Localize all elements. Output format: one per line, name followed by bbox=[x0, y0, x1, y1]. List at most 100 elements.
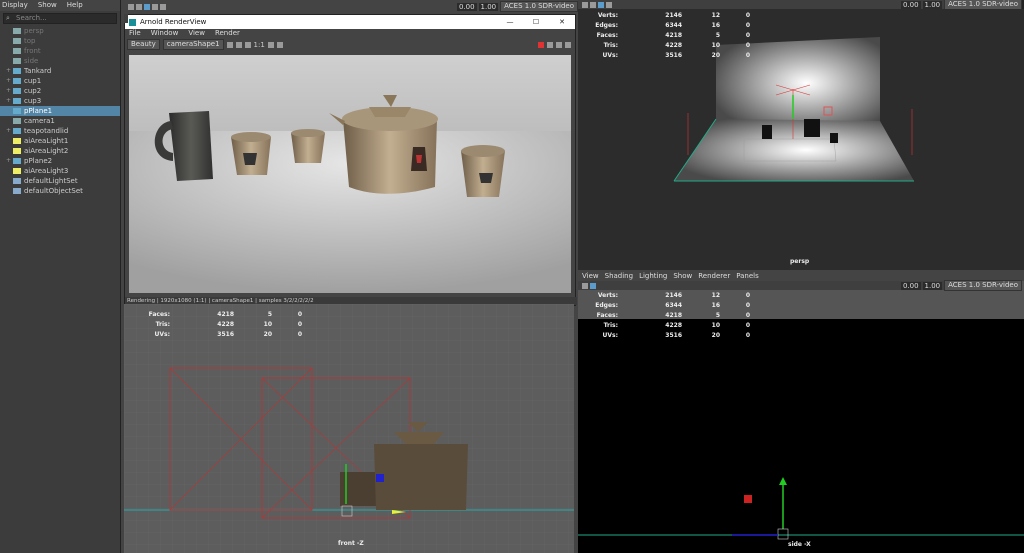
expand-icon[interactable]: + bbox=[6, 66, 12, 76]
outliner-item-label: aiAreaLight2 bbox=[24, 147, 69, 155]
side-toolbar: 0.00 1.00 ACES 1.0 SDR-video bbox=[578, 280, 1022, 291]
outliner-item[interactable]: + pPlane2 bbox=[0, 156, 120, 166]
outliner-item-label: cup2 bbox=[24, 87, 42, 95]
search-placeholder: Search... bbox=[16, 14, 47, 22]
minimize-icon[interactable]: — bbox=[497, 15, 523, 29]
outliner-item-label: camera1 bbox=[24, 117, 55, 125]
region-icon[interactable] bbox=[235, 41, 242, 48]
grid-icon[interactable] bbox=[136, 3, 142, 10]
rv-menu-render[interactable]: Render bbox=[215, 29, 240, 38]
outliner-menubar: Display Show Help bbox=[0, 0, 120, 11]
outliner-menu-display[interactable]: Display bbox=[2, 0, 28, 11]
settings-icon[interactable] bbox=[276, 41, 283, 48]
colorspace-dropdown[interactable]: ACES 1.0 SDR-video bbox=[944, 280, 1022, 291]
refresh-icon[interactable] bbox=[226, 41, 233, 48]
persp-label: persp bbox=[790, 258, 810, 265]
outliner-item[interactable]: aiAreaLight1 bbox=[0, 136, 120, 146]
mesh-icon bbox=[13, 98, 21, 104]
expand-icon[interactable]: + bbox=[6, 126, 12, 136]
outliner-item[interactable]: + cup1 bbox=[0, 76, 120, 86]
camera-dropdown[interactable]: cameraShape1 bbox=[162, 39, 224, 50]
wireframe-icon[interactable] bbox=[590, 282, 596, 289]
camera-icon[interactable] bbox=[128, 3, 134, 10]
gear-icon[interactable] bbox=[565, 41, 571, 48]
exposure-field[interactable]: 0.00 bbox=[900, 0, 921, 9]
shaded-icon[interactable] bbox=[152, 3, 158, 10]
camera-icon[interactable] bbox=[582, 282, 588, 289]
vp-menu-panels[interactable]: Panels bbox=[736, 272, 759, 281]
stop-render-icon[interactable] bbox=[538, 41, 544, 48]
camera-icon bbox=[13, 38, 21, 44]
outliner-panel: Display Show Help ⌕ Search... persp top fr… bbox=[0, 0, 121, 553]
mesh-icon bbox=[13, 88, 21, 94]
outliner-search-input[interactable]: ⌕ Search... bbox=[3, 13, 117, 24]
rv-menu-view[interactable]: View bbox=[188, 29, 205, 38]
options-icon[interactable] bbox=[556, 41, 562, 48]
texture-icon[interactable] bbox=[160, 3, 166, 10]
persp-toolbar: 0.00 1.00 ACES 1.0 SDR-video bbox=[578, 0, 1022, 10]
outliner-item[interactable]: camera1 bbox=[0, 116, 120, 126]
outliner-item[interactable]: side bbox=[0, 56, 120, 66]
exposure-field[interactable]: 0.00 bbox=[456, 2, 477, 11]
outliner-item-label: front bbox=[24, 47, 41, 55]
vp-menu-lighting[interactable]: Lighting bbox=[639, 272, 667, 281]
aov-dropdown[interactable]: Beauty bbox=[127, 39, 160, 50]
outliner-item[interactable]: defaultObjectSet bbox=[0, 186, 120, 196]
outliner-item[interactable]: pPlane1 bbox=[0, 106, 120, 116]
outliner-item[interactable]: front bbox=[0, 46, 120, 56]
outliner-item[interactable]: top bbox=[0, 36, 120, 46]
outliner-item-label: aiAreaLight3 bbox=[24, 167, 69, 175]
mesh-icon bbox=[13, 68, 21, 74]
renderview-controls: Beauty cameraShape1 1:1 bbox=[125, 38, 575, 51]
shaded-icon[interactable] bbox=[606, 1, 612, 8]
wireframe-icon[interactable] bbox=[144, 3, 150, 10]
front-label: front -Z bbox=[338, 540, 364, 547]
outliner-item-label: persp bbox=[24, 27, 44, 35]
exposure-field[interactable]: 0.00 bbox=[900, 281, 921, 290]
outliner-item-label: cup1 bbox=[24, 77, 42, 85]
front-viewport[interactable]: Faces: 4218 5 0 Tris: 4228 10 0 UVs: 3516 20 0 fr… bbox=[124, 304, 574, 553]
outliner-item[interactable]: persp bbox=[0, 26, 120, 36]
grid-icon[interactable] bbox=[590, 1, 596, 8]
ratio-label[interactable]: 1:1 bbox=[254, 41, 265, 49]
outliner-item[interactable]: + cup2 bbox=[0, 86, 120, 96]
colorspace-dropdown[interactable]: ACES 1.0 SDR-video bbox=[500, 1, 578, 12]
side-label: side -X bbox=[788, 541, 811, 548]
vp-menu-shading[interactable]: Shading bbox=[605, 272, 633, 281]
maximize-icon[interactable]: ☐ bbox=[523, 15, 549, 29]
renderview-menubar: File Window View Render bbox=[125, 29, 575, 38]
snapshot-icon[interactable] bbox=[267, 41, 274, 48]
front-scene bbox=[124, 304, 574, 553]
vp-menu-view[interactable]: View bbox=[582, 272, 599, 281]
expand-icon[interactable]: + bbox=[6, 76, 12, 86]
gamma-field[interactable]: 1.00 bbox=[922, 281, 943, 290]
outliner-item[interactable]: + teapotandlid bbox=[0, 126, 120, 136]
wireframe-icon[interactable] bbox=[598, 1, 604, 8]
outliner-item[interactable]: aiAreaLight2 bbox=[0, 146, 120, 156]
camera-icon[interactable] bbox=[582, 1, 588, 8]
outliner-menu-help[interactable]: Help bbox=[67, 0, 83, 11]
outliner-item[interactable]: + Tankard bbox=[0, 66, 120, 76]
set-icon bbox=[13, 188, 21, 194]
gamma-field[interactable]: 1.00 bbox=[922, 0, 943, 9]
pin-icon[interactable] bbox=[547, 41, 553, 48]
outliner-item-label: side bbox=[24, 57, 39, 65]
persp-viewport[interactable]: 0.00 1.00 ACES 1.0 SDR-video Verts: 2146 1… bbox=[578, 0, 1024, 270]
outliner-item[interactable]: defaultLightSet bbox=[0, 176, 120, 186]
outliner-item[interactable]: + cup3 bbox=[0, 96, 120, 106]
outliner-menu-show[interactable]: Show bbox=[38, 0, 57, 11]
side-viewport[interactable]: View Shading Lighting Show Renderer Pane… bbox=[578, 272, 1024, 553]
expand-icon[interactable]: + bbox=[6, 86, 12, 96]
outliner-item[interactable]: aiAreaLight3 bbox=[0, 166, 120, 176]
close-icon[interactable]: ✕ bbox=[549, 15, 575, 29]
expand-icon[interactable]: + bbox=[6, 156, 12, 166]
mesh-icon bbox=[13, 158, 21, 164]
vp-menu-show[interactable]: Show bbox=[673, 272, 692, 281]
renderview-titlebar[interactable]: Arnold RenderView — ☐ ✕ bbox=[125, 15, 575, 29]
rv-menu-window[interactable]: Window bbox=[151, 29, 179, 38]
crop-icon[interactable] bbox=[244, 41, 251, 48]
vp-menu-renderer[interactable]: Renderer bbox=[698, 272, 730, 281]
gamma-field[interactable]: 1.00 bbox=[478, 2, 499, 11]
expand-icon[interactable]: + bbox=[6, 96, 12, 106]
rv-menu-file[interactable]: File bbox=[129, 29, 141, 38]
